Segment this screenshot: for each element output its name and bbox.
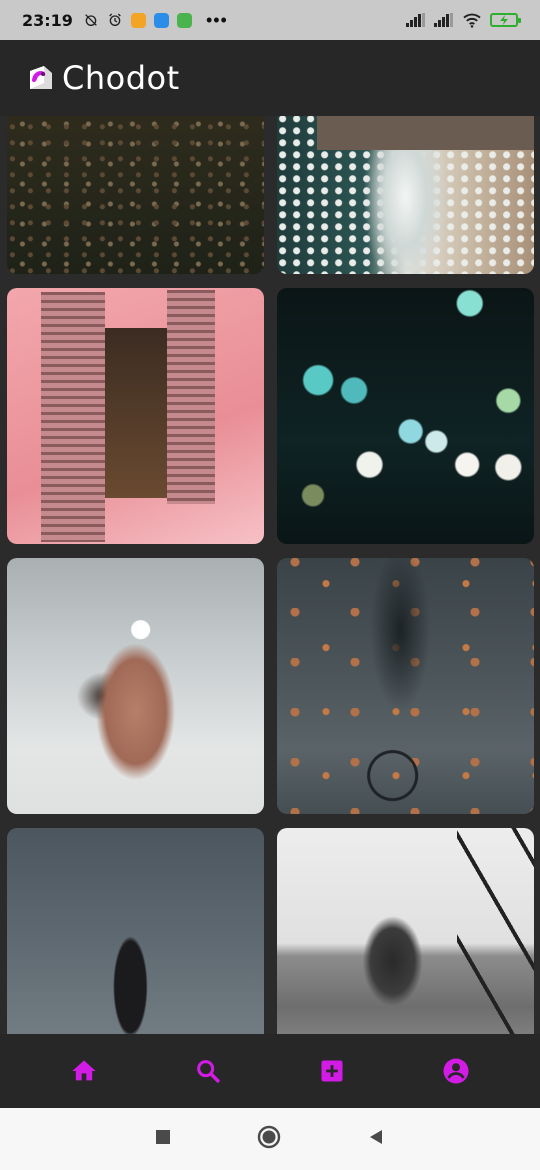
status-bar: 23:19 ••• xyxy=(0,0,540,40)
wifi-icon xyxy=(463,13,481,28)
status-system-icons xyxy=(406,12,521,28)
nav-home-button[interactable] xyxy=(59,1046,109,1096)
photo-tile-pink-window-person[interactable] xyxy=(7,288,264,544)
recents-button[interactable] xyxy=(155,1129,171,1150)
message-app-icon xyxy=(130,12,146,28)
photo-tile-woman-sitting-rail[interactable] xyxy=(277,828,534,1034)
circle-home-icon xyxy=(257,1125,281,1148)
photo-tile-ocean-pier[interactable] xyxy=(277,116,534,274)
status-notification-icons: ••• xyxy=(83,10,228,31)
cell-signal-2-icon xyxy=(434,13,454,27)
nav-add-post-button[interactable] xyxy=(307,1046,357,1096)
photo-tile-woman-reaching-sky[interactable] xyxy=(7,828,264,1034)
more-notifications-icon: ••• xyxy=(205,9,228,30)
account-circle-icon xyxy=(443,1058,469,1084)
android-app-icon xyxy=(176,12,192,28)
back-button[interactable] xyxy=(367,1128,385,1151)
add-box-icon xyxy=(321,1060,343,1082)
system-home-button[interactable] xyxy=(257,1125,281,1154)
photo-feed-grid[interactable] xyxy=(0,116,540,1034)
system-navigation-bar xyxy=(0,1108,540,1170)
photo-tile-city-bokeh[interactable] xyxy=(277,288,534,544)
cloud-app-icon xyxy=(153,12,169,28)
app-header: Chodot xyxy=(0,40,540,116)
square-recents-icon xyxy=(156,1129,170,1144)
battery-icon xyxy=(490,13,521,27)
bottom-navigation xyxy=(0,1034,540,1108)
nav-search-button[interactable] xyxy=(183,1046,233,1096)
triangle-back-icon xyxy=(370,1129,382,1144)
photo-tile-flower-field[interactable] xyxy=(7,116,264,274)
home-icon xyxy=(72,1060,96,1081)
photo-tile-rain-puddle-bicycle[interactable] xyxy=(277,558,534,814)
chodot-logo-icon xyxy=(26,63,56,93)
photo-tile-hand-holding-flower[interactable] xyxy=(7,558,264,814)
search-icon xyxy=(197,1060,220,1083)
app-title: Chodot xyxy=(62,59,180,97)
cell-signal-icon xyxy=(406,13,426,27)
alarm-clock-icon xyxy=(109,13,121,26)
alarm-off-icon xyxy=(85,14,97,26)
status-time: 23:19 xyxy=(22,10,73,30)
nav-profile-button[interactable] xyxy=(431,1046,481,1096)
